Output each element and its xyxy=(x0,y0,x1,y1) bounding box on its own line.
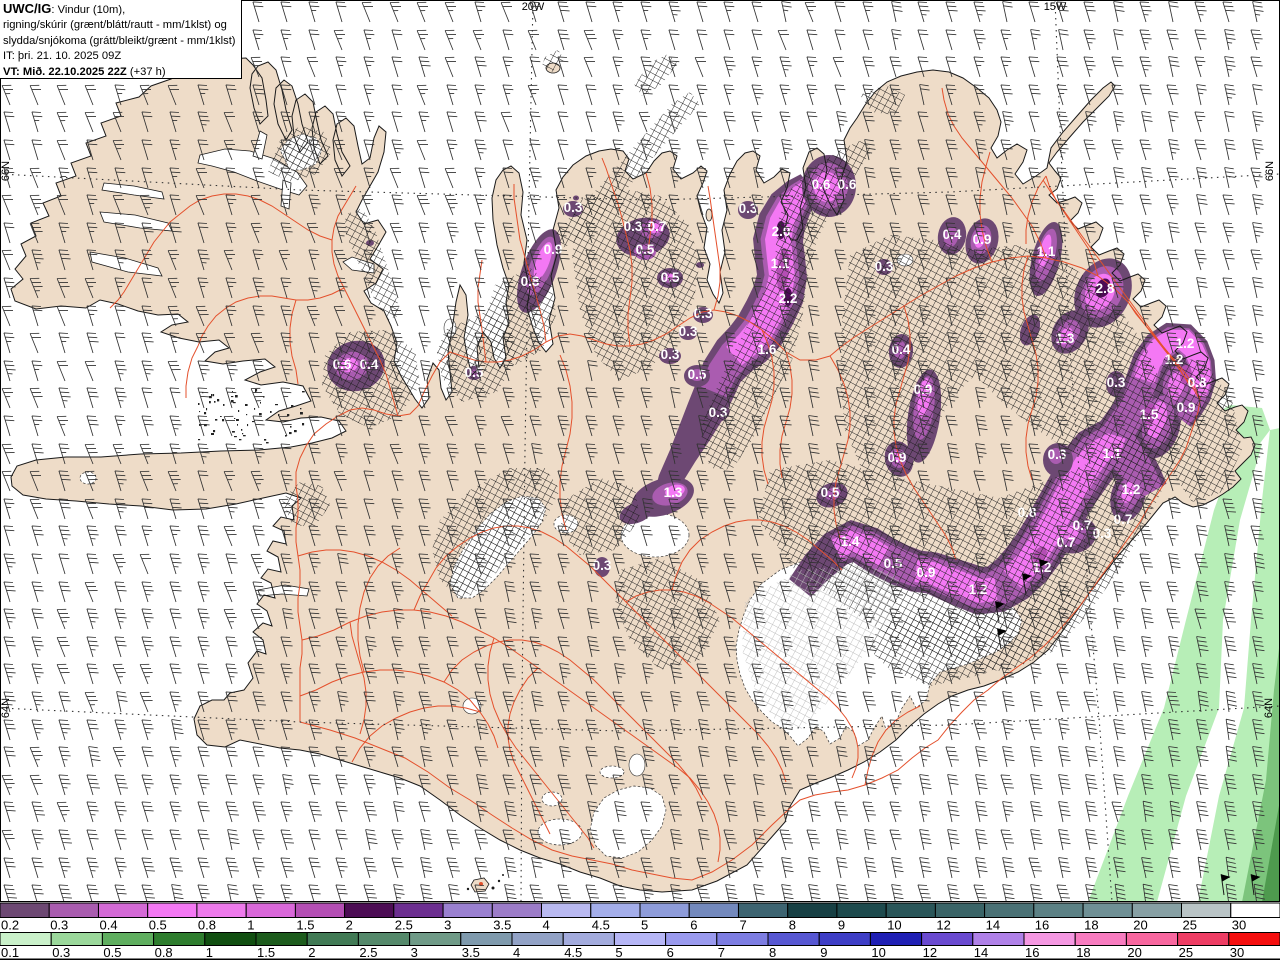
svg-text:6: 6 xyxy=(690,918,697,933)
svg-text:0.6: 0.6 xyxy=(838,177,857,192)
svg-text:0.7: 0.7 xyxy=(1057,535,1076,550)
svg-text:2.2: 2.2 xyxy=(779,291,798,306)
svg-text:30: 30 xyxy=(1232,918,1246,933)
svg-text:6: 6 xyxy=(667,945,674,960)
svg-text:25: 25 xyxy=(1183,918,1197,933)
svg-text:3: 3 xyxy=(411,945,418,960)
svg-text:10: 10 xyxy=(887,918,901,933)
svg-text:0.3: 0.3 xyxy=(709,405,728,420)
svg-text:66N: 66N xyxy=(1264,161,1276,181)
svg-text:0.3: 0.3 xyxy=(624,219,643,234)
svg-text:2.5: 2.5 xyxy=(395,918,413,933)
svg-text:3.5: 3.5 xyxy=(493,918,511,933)
svg-text:0.3: 0.3 xyxy=(52,945,70,960)
svg-text:18: 18 xyxy=(1084,918,1098,933)
svg-text:2.8: 2.8 xyxy=(1096,281,1115,296)
svg-text:0.5: 0.5 xyxy=(149,918,167,933)
svg-text:0.5: 0.5 xyxy=(636,242,655,257)
svg-text:1.5: 1.5 xyxy=(257,945,275,960)
svg-text:14: 14 xyxy=(974,945,988,960)
svg-text:4: 4 xyxy=(543,918,550,933)
svg-text:66N: 66N xyxy=(0,161,12,181)
svg-text:3.5: 3.5 xyxy=(462,945,480,960)
svg-text:0.9: 0.9 xyxy=(1177,400,1196,415)
svg-text:25: 25 xyxy=(1179,945,1193,960)
svg-text:16: 16 xyxy=(1025,945,1039,960)
svg-text:0.3: 0.3 xyxy=(679,324,698,339)
svg-text:30: 30 xyxy=(1230,945,1244,960)
svg-text:2: 2 xyxy=(308,945,315,960)
svg-text:15W: 15W xyxy=(1044,1,1067,13)
svg-text:1.3: 1.3 xyxy=(664,485,683,500)
svg-text:1: 1 xyxy=(206,945,213,960)
svg-text:8: 8 xyxy=(769,945,776,960)
svg-text:1.2: 1.2 xyxy=(1165,352,1184,367)
svg-text:9: 9 xyxy=(838,918,845,933)
svg-text:4.5: 4.5 xyxy=(592,918,610,933)
svg-text:0.9: 0.9 xyxy=(914,382,933,397)
svg-text:0.4: 0.4 xyxy=(943,227,962,242)
svg-text:1: 1 xyxy=(247,918,254,933)
svg-text:3: 3 xyxy=(444,918,451,933)
svg-text:10: 10 xyxy=(871,945,885,960)
svg-text:0.3: 0.3 xyxy=(564,200,583,215)
svg-text:0.7: 0.7 xyxy=(1114,512,1133,527)
svg-text:0.8: 0.8 xyxy=(198,918,216,933)
svg-text:16: 16 xyxy=(1035,918,1049,933)
svg-text:0.3: 0.3 xyxy=(875,259,894,274)
svg-text:1.5: 1.5 xyxy=(296,918,314,933)
svg-text:8: 8 xyxy=(789,918,796,933)
svg-text:1.6: 1.6 xyxy=(758,342,777,357)
svg-text:4: 4 xyxy=(513,945,520,960)
svg-text:7: 7 xyxy=(718,945,725,960)
svg-text:1.4: 1.4 xyxy=(841,534,860,549)
svg-text:0.6: 0.6 xyxy=(812,177,831,192)
svg-text:0.5: 0.5 xyxy=(103,945,121,960)
svg-text:12: 12 xyxy=(923,945,937,960)
svg-text:0.3: 0.3 xyxy=(1093,526,1112,541)
svg-text:14: 14 xyxy=(986,918,1000,933)
svg-text:20W: 20W xyxy=(522,1,545,13)
svg-text:7: 7 xyxy=(740,918,747,933)
svg-text:0.3: 0.3 xyxy=(661,347,680,362)
svg-text:1.2: 1.2 xyxy=(1176,336,1195,351)
svg-text:0.4: 0.4 xyxy=(100,918,118,933)
svg-text:0.1: 0.1 xyxy=(1,945,19,960)
svg-text:2.5: 2.5 xyxy=(359,945,377,960)
svg-text:0.3: 0.3 xyxy=(1048,447,1067,462)
svg-text:0.5: 0.5 xyxy=(465,365,484,380)
svg-text:5: 5 xyxy=(615,945,622,960)
svg-text:1.1: 1.1 xyxy=(1037,244,1056,259)
svg-text:0.5: 0.5 xyxy=(821,485,840,500)
svg-text:20: 20 xyxy=(1133,918,1147,933)
svg-text:2: 2 xyxy=(346,918,353,933)
svg-text:0.8: 0.8 xyxy=(521,274,540,289)
svg-text:1.2: 1.2 xyxy=(969,582,988,597)
svg-text:0.8: 0.8 xyxy=(155,945,173,960)
svg-text:0.3: 0.3 xyxy=(50,918,68,933)
svg-text:0.3: 0.3 xyxy=(593,558,612,573)
svg-text:64N: 64N xyxy=(1263,698,1275,718)
svg-text:9: 9 xyxy=(820,945,827,960)
svg-text:0.3: 0.3 xyxy=(694,306,713,321)
svg-text:0.7: 0.7 xyxy=(648,219,667,234)
svg-text:0.9: 0.9 xyxy=(973,232,992,247)
svg-text:20: 20 xyxy=(1127,945,1141,960)
svg-text:4.5: 4.5 xyxy=(564,945,582,960)
svg-text:0.2: 0.2 xyxy=(1,918,19,933)
svg-text:18: 18 xyxy=(1076,945,1090,960)
svg-text:12: 12 xyxy=(936,918,950,933)
svg-text:5: 5 xyxy=(641,918,648,933)
